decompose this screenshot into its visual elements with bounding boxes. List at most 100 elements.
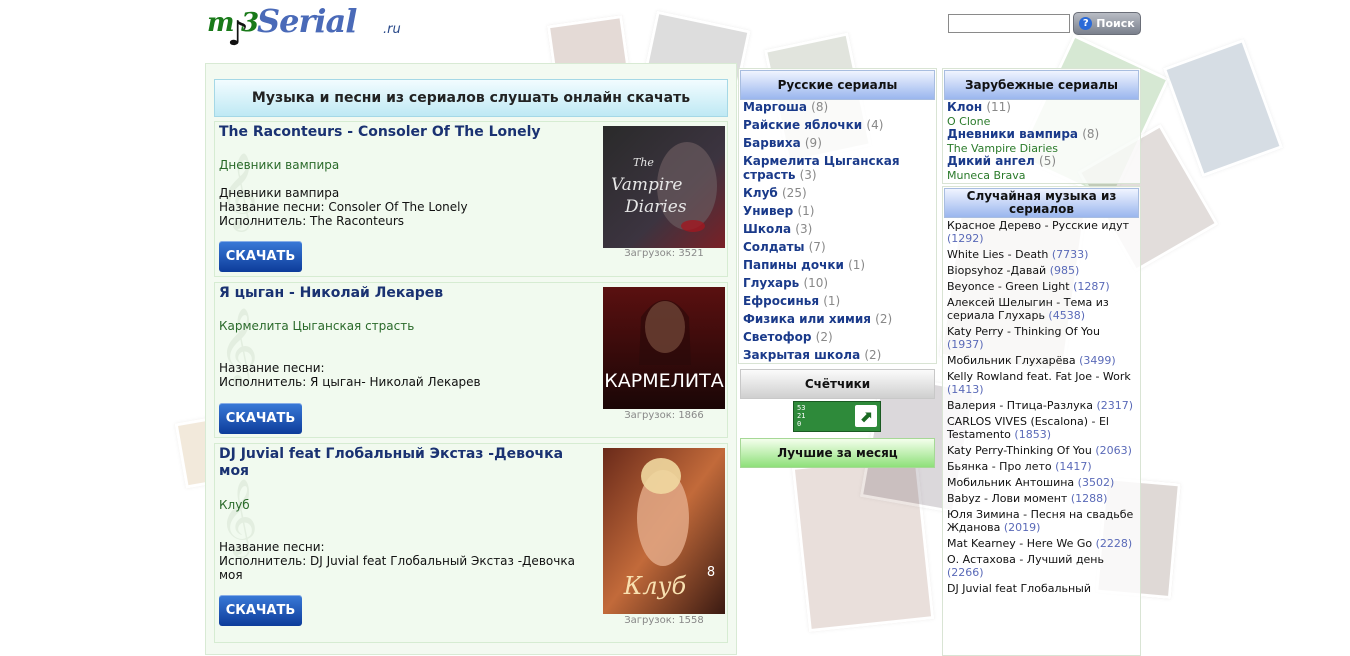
list-item[interactable]: Beyonce - Green Light (1287) xyxy=(947,280,1139,293)
series-link[interactable]: Физика или химия xyxy=(743,312,871,326)
track-link[interactable]: Babyz - Лови момент xyxy=(947,492,1067,505)
search-button[interactable]: ? Поиск xyxy=(1073,12,1141,35)
song-series[interactable]: Дневники вампира xyxy=(219,158,339,172)
search-input[interactable] xyxy=(948,14,1070,33)
album-cover[interactable]: Клуб 8 xyxy=(603,448,725,614)
series-link[interactable]: Клон xyxy=(947,100,982,114)
track-link[interactable]: Mat Kearney - Here We Go xyxy=(947,537,1092,550)
download-button[interactable]: СКАЧАТЬ xyxy=(219,595,302,626)
list-item[interactable]: Ефросинья (1) xyxy=(743,294,933,309)
list-item[interactable]: Красное Дерево - Русские идут (1292) xyxy=(947,219,1139,245)
series-link[interactable]: Барвиха xyxy=(743,136,801,150)
track-link[interactable]: Katy Perry - Thinking Of You xyxy=(947,325,1100,338)
list-item[interactable]: White Lies - Death (7733) xyxy=(947,248,1139,261)
track-link[interactable]: Katy Perry-Thinking Of You xyxy=(947,444,1092,457)
list-item[interactable]: Katy Perry - Thinking Of You (1937) xyxy=(947,325,1139,351)
list-item[interactable]: Mat Kearney - Here We Go (2228) xyxy=(947,537,1139,550)
track-link[interactable]: Kelly Rowland feat. Fat Joe - Work xyxy=(947,370,1131,383)
list-item[interactable]: Мобильник Глухарёва (3499) xyxy=(947,354,1139,367)
list-item[interactable]: Закрытая школа (2) xyxy=(743,347,933,363)
counter-digit: 0 xyxy=(797,420,802,428)
track-count: (4538) xyxy=(1048,309,1085,322)
track-link[interactable]: Beyonce - Green Light xyxy=(947,280,1070,293)
series-link[interactable]: Закрытая школа xyxy=(743,348,860,362)
series-link[interactable]: Глухарь xyxy=(743,276,799,290)
song-series[interactable]: Клуб xyxy=(219,498,250,512)
song-title[interactable]: The Raconteurs - Consoler Of The Lonely xyxy=(219,124,589,141)
song-card: 𝄞 Я цыган - Николай Лекарев Кармелита Цы… xyxy=(214,282,728,438)
track-link[interactable]: Мобильник Антошина xyxy=(947,476,1074,489)
series-link[interactable]: Светофор xyxy=(743,330,811,344)
series-link[interactable]: Папины дочки xyxy=(743,258,844,272)
track-link[interactable]: White Lies - Death xyxy=(947,248,1048,261)
list-item[interactable]: Юля Зимина - Песня на свадьбе Жданова (2… xyxy=(947,508,1139,534)
list-item[interactable]: CARLOS VIVES (Escalona) - El Testamento … xyxy=(947,415,1139,441)
cover-season-number: 8 xyxy=(707,565,715,580)
list-item[interactable]: Katy Perry-Thinking Of You (2063) xyxy=(947,444,1139,457)
series-count: (8) xyxy=(1082,127,1100,141)
list-item[interactable]: Барвиха (9) xyxy=(743,136,933,151)
counter-digit: 21 xyxy=(797,412,806,420)
series-link[interactable]: Кармелита Цыганская страсть xyxy=(743,154,900,182)
list-item[interactable]: Валерия - Птица-Разлука (2317) xyxy=(947,399,1139,412)
list-item[interactable]: Бьянка - Про лето (1417) xyxy=(947,460,1139,473)
track-count: (1288) xyxy=(1070,492,1108,505)
list-item[interactable]: Глухарь (10) xyxy=(743,276,933,291)
cover-text: Клуб xyxy=(623,572,687,600)
series-link[interactable]: Райские яблочки xyxy=(743,118,862,132)
list-item[interactable]: Babyz - Лови момент (1288) xyxy=(947,492,1139,505)
series-link[interactable]: Школа xyxy=(743,222,791,236)
logo-serial: Serial xyxy=(257,2,357,40)
download-count: Загрузок: 3521 xyxy=(624,248,704,259)
list-item[interactable]: Клуб (25) xyxy=(743,186,933,201)
album-cover[interactable]: КАРМЕЛИТА xyxy=(603,287,725,409)
track-link[interactable]: Валерия - Птица-Разлука xyxy=(947,399,1093,412)
list-item[interactable]: Кармелита Цыганская страсть (3) xyxy=(743,154,933,182)
visit-counter[interactable]: 53 21 0 ⬈ xyxy=(793,401,881,432)
list-item[interactable]: Солдаты (7) xyxy=(743,240,933,255)
list-item[interactable]: Алексей Шелыгин - Тема из сериала Глухар… xyxy=(947,296,1139,322)
list-item[interactable]: Biopsyhoz -Давай (985) xyxy=(947,264,1139,277)
series-link[interactable]: Солдаты xyxy=(743,240,804,254)
list-item[interactable]: Физика или химия (2) xyxy=(743,312,933,327)
list-item[interactable]: Клон (11) xyxy=(947,100,1137,115)
series-link[interactable]: Ефросинья xyxy=(743,294,819,308)
list-item[interactable]: О. Астахова - Лучший день (2266) xyxy=(947,553,1139,579)
list-item[interactable]: Райские яблочки (4) xyxy=(743,118,933,133)
series-count: (2) xyxy=(815,329,833,344)
song-series[interactable]: Кармелита Цыганская страсть xyxy=(219,319,414,333)
track-link[interactable]: Бьянка - Про лето xyxy=(947,460,1052,473)
track-count: (2266) xyxy=(947,566,984,579)
list-item[interactable]: Маргоша (8) xyxy=(743,100,933,115)
list-item[interactable]: DJ Juvial feat Глобальный xyxy=(947,582,1139,595)
track-link[interactable]: О. Астахова - Лучший день xyxy=(947,553,1104,566)
track-count: (1413) xyxy=(947,383,984,396)
list-item[interactable]: Светофор (2) xyxy=(743,329,933,345)
series-link[interactable]: Дневники вампира xyxy=(947,127,1078,141)
download-button[interactable]: СКАЧАТЬ xyxy=(219,241,302,272)
series-count: (5) xyxy=(1039,154,1057,168)
song-title[interactable]: Я цыган - Николай Лекарев xyxy=(219,285,589,302)
site-logo[interactable]: m ♪ 3 Serial .ru xyxy=(207,2,417,54)
download-button[interactable]: СКАЧАТЬ xyxy=(219,403,302,434)
song-title[interactable]: DJ Juvial feat Глобальный Экстаз -Девочк… xyxy=(219,446,589,480)
track-link[interactable]: DJ Juvial feat Глобальный xyxy=(947,582,1091,595)
track-link[interactable]: Biopsyhoz -Давай xyxy=(947,264,1046,277)
track-link[interactable]: Красное Дерево - Русские идут xyxy=(947,219,1129,232)
series-link[interactable]: Дикий ангел xyxy=(947,154,1035,168)
list-item[interactable]: Универ (1) xyxy=(743,204,933,219)
list-item[interactable]: Папины дочки (1) xyxy=(743,258,933,273)
cover-text: Diaries xyxy=(624,197,687,217)
series-link[interactable]: Универ xyxy=(743,204,793,218)
series-link[interactable]: Маргоша xyxy=(743,100,807,114)
series-link[interactable]: Клуб xyxy=(743,186,778,200)
list-item[interactable]: Kelly Rowland feat. Fat Joe - Work (1413… xyxy=(947,370,1139,396)
list-item[interactable]: Дневники вампира (8) xyxy=(947,127,1137,142)
series-count: (2) xyxy=(864,347,882,362)
album-cover[interactable]: The Vampire Diaries xyxy=(603,126,725,248)
list-item[interactable]: Мобильник Антошина (3502) xyxy=(947,476,1139,489)
track-link[interactable]: Мобильник Глухарёва xyxy=(947,354,1076,367)
best-of-month-heading[interactable]: Лучшие за месяц xyxy=(740,438,935,468)
list-item[interactable]: Дикий ангел (5) xyxy=(947,154,1137,169)
list-item[interactable]: Школа (3) xyxy=(743,222,933,237)
